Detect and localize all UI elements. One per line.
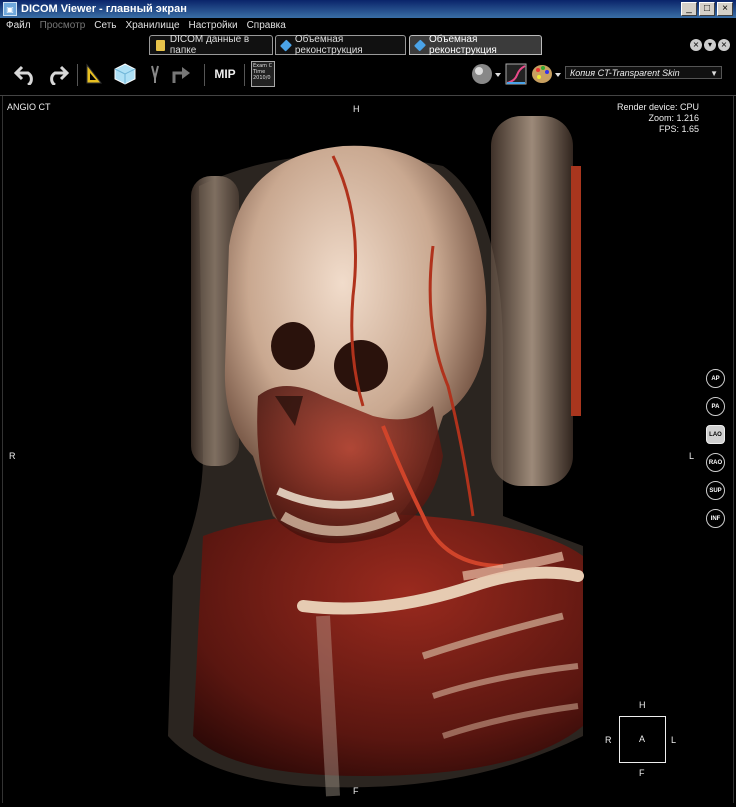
window-controls: _ □ × [681,2,733,16]
maximize-button[interactable]: □ [699,2,715,16]
cube-icon [114,63,136,85]
scalpel-button[interactable] [147,61,163,87]
rotate-icon [172,67,190,83]
preset-select[interactable]: Копия CT-Transparent Skin ▼ [565,66,722,79]
transfer-function-button[interactable] [504,61,528,87]
preset-value: Копия CT-Transparent Skin [570,67,680,78]
tab-volume-1[interactable]: Объемная реконструкция [275,34,406,56]
orbit-right [334,340,388,392]
title-bar: ▣ DICOM Viewer - главный экран _ □ × [0,0,736,18]
series-label: ANGIO CT [7,102,51,112]
menu-help[interactable]: Справка [247,20,286,31]
zoom-readout: Zoom: 1.216 [648,113,699,123]
mip-label: MIP [214,67,236,81]
lighting-button[interactable] [470,61,502,87]
view-lao-button[interactable]: LAO [706,425,725,444]
menu-storage[interactable]: Хранилище [126,20,180,31]
volume-view-button[interactable] [112,61,138,87]
orbit-left [271,322,315,370]
orientation-bottom: F [353,786,359,796]
tab-bar: DICOM данные в папке Объемная реконструк… [0,34,736,56]
volume-icon [413,38,427,52]
orientation-right: L [689,451,695,461]
volume-icon [279,39,292,51]
ruler-icon [86,63,103,84]
fps-readout: FPS: 1.65 [658,124,699,134]
render-info: Render device: CPU Zoom: 1.216 FPS: 1.65 [617,102,699,135]
toolbar-separator [244,64,245,86]
cube-bottom-label: F [639,768,645,778]
scalpel-icon [151,65,159,83]
undo-button[interactable] [12,61,40,87]
cube-center-label: A [639,734,646,744]
tab-close-icon[interactable]: × [690,39,702,51]
view-ap-button[interactable]: AP [706,369,725,388]
view-rao-button[interactable]: RAO [706,453,725,472]
measure-button[interactable] [83,61,105,87]
menu-network[interactable]: Сеть [94,20,116,31]
tab-volume-2[interactable]: Объемная реконструкция [409,34,542,56]
view-sup-button[interactable]: SUP [706,481,725,500]
app-icon: ▣ [3,2,17,16]
close-button[interactable]: × [717,2,733,16]
cube-left-label: R [605,735,612,745]
render-device: Render device: CPU [616,102,699,112]
volume-viewport[interactable]: ANGIO CT Render device: CPU Zoom: 1.216 … [2,96,734,803]
curve-icon [505,63,527,85]
head-support-right [491,116,573,486]
folder-icon [156,39,165,51]
orientation-left: R [9,451,16,461]
orientation-cube[interactable]: H F R L A [603,698,683,778]
tab-dicom-folder[interactable]: DICOM данные в папке [149,34,273,56]
tab-label: Объемная реконструкция [429,34,497,56]
undo-icon [14,65,33,85]
tab-menu-icon[interactable]: ▾ [704,39,716,51]
menu-bar: Файл Просмотр Сеть Хранилище Настройки С… [0,18,736,32]
mip-button[interactable]: MIP [212,61,238,87]
menu-view[interactable]: Просмотр [40,20,86,31]
sphere-icon [472,64,501,84]
cube-face: A [619,716,666,763]
palette-icon [532,65,561,83]
exam-info-button[interactable]: Exam C Time 2010/0 [250,61,276,87]
redo-icon [50,65,69,85]
view-pa-button[interactable]: PA [706,397,725,416]
window-title: DICOM Viewer - главный экран [21,3,187,15]
exam-info-icon: Exam C Time 2010/0 [251,61,275,87]
minimize-button[interactable]: _ [681,2,697,16]
tab-close-all-icon[interactable]: × [718,39,730,51]
orientation-top: H [353,104,360,114]
orientation-buttons: AP PA LAO RAO SUP INF [706,369,725,528]
chevron-down-icon: ▼ [710,69,718,78]
cube-top-label: H [639,700,646,710]
view-inf-button[interactable]: INF [706,509,725,528]
palette-button[interactable] [530,61,562,87]
toolbar: MIP Exam C Time 2010/0 Копия CT-Transpar… [0,56,736,92]
neck-shoulders [193,513,583,776]
trachea [316,615,340,797]
toolbar-separator [204,64,205,86]
support-edge [571,166,581,416]
cube-right-label: L [671,735,677,745]
tab-controls: × ▾ × [690,39,730,51]
redo-button[interactable] [43,61,71,87]
menu-file[interactable]: Файл [6,20,31,31]
volume-rendering[interactable] [3,96,734,803]
menu-settings[interactable]: Настройки [189,20,238,31]
tab-label: Объемная реконструкция [294,34,363,56]
rotate-button[interactable] [170,61,194,87]
toolbar-separator [77,64,78,86]
tab-label: DICOM данные в папке [169,34,250,56]
